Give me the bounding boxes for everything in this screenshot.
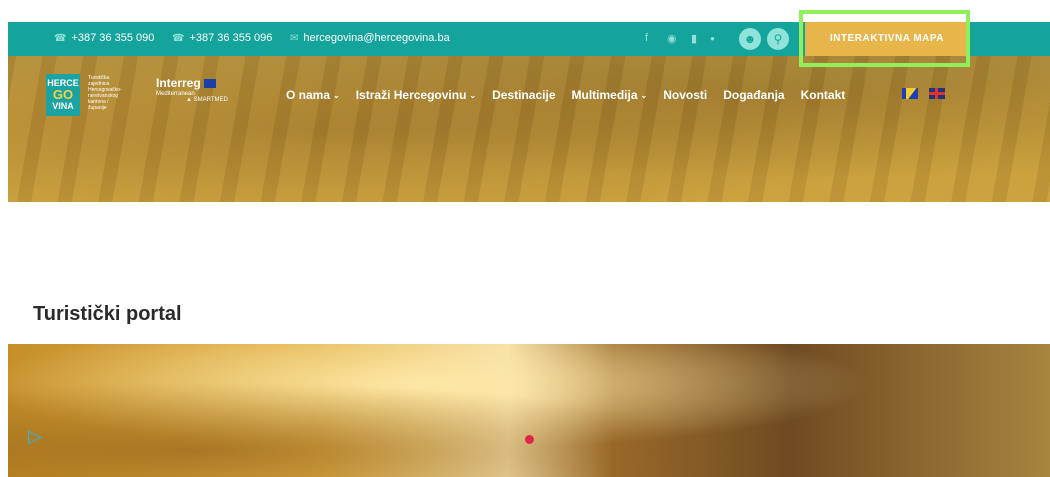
phone-number-1: +387 36 355 090 xyxy=(71,32,155,44)
search-icon: ⚲ xyxy=(773,32,783,46)
nav-item-dogadanja[interactable]: Događanja xyxy=(723,88,784,102)
youtube-icon[interactable]: ▮ xyxy=(691,32,697,45)
portal-hero-image: ▷ xyxy=(8,344,1050,477)
smartmed-label: ▲ SMARTMED xyxy=(186,97,228,103)
user-account-button[interactable]: ☻ xyxy=(739,28,761,50)
mail-icon: ✉ xyxy=(290,32,299,44)
user-icon: ☻ xyxy=(743,32,757,46)
nav-menu: O nama ⌄ Istraži Hercegovinu ⌄ Destinaci… xyxy=(286,88,845,102)
chevron-down-icon: ⌄ xyxy=(640,90,648,100)
slider-dot-icon[interactable] xyxy=(525,435,534,444)
nav-item-multimedija[interactable]: Multimedija ⌄ xyxy=(572,88,648,102)
email-contact[interactable]: ✉ hercegovina@hercegovina.ba xyxy=(290,32,450,44)
section-title: Turistički portal xyxy=(33,303,182,325)
phone-contact-2[interactable]: ☎ +387 36 355 096 xyxy=(172,32,272,44)
search-button[interactable]: ⚲ xyxy=(767,28,789,50)
facebook-icon[interactable]: f xyxy=(645,32,648,44)
logo-line-3: VINA xyxy=(52,101,74,111)
logo-subtitle: Turistička zajednica Hercegovačko-neretv… xyxy=(88,75,122,111)
nav-item-kontakt[interactable]: Kontakt xyxy=(801,88,846,102)
language-english-flag-icon[interactable] xyxy=(929,88,945,99)
phone-icon: ☎ xyxy=(54,32,67,44)
chevron-down-icon: ⌄ xyxy=(469,90,477,100)
logo-line-2: GO xyxy=(52,87,74,102)
top-margin xyxy=(0,0,1050,22)
phone-number-2: +387 36 355 096 xyxy=(189,32,273,44)
language-bosnian-flag-icon[interactable] xyxy=(902,88,918,99)
main-navigation: HERCE GO VINA Turistička zajednica Herce… xyxy=(8,56,1050,136)
eu-flag-icon xyxy=(203,78,216,88)
nav-item-destinacije[interactable]: Destinacije xyxy=(492,88,555,102)
phone-icon: ☎ xyxy=(172,32,185,44)
nav-item-o-nama[interactable]: O nama ⌄ xyxy=(286,88,340,102)
interreg-title: Interreg xyxy=(156,76,201,90)
nav-item-istrazi-hercegovinu[interactable]: Istraži Hercegovinu ⌄ xyxy=(356,88,476,102)
email-address: hercegovina@hercegovina.ba xyxy=(303,32,450,44)
play-icon[interactable]: ▷ xyxy=(28,426,42,447)
instagram-icon[interactable]: ◉ xyxy=(667,32,677,45)
chevron-down-icon: ⌄ xyxy=(333,90,340,100)
interactive-map-button[interactable]: INTERAKTIVNA MAPA xyxy=(805,22,969,56)
nav-item-novosti[interactable]: Novosti xyxy=(663,88,707,102)
hercegovina-logo[interactable]: HERCE GO VINA xyxy=(46,74,80,116)
separator-dot-icon: ● xyxy=(710,34,715,43)
phone-contact-1[interactable]: ☎ +387 36 355 090 xyxy=(54,32,154,44)
triangle-icon: ▲ xyxy=(186,97,192,103)
interreg-logo[interactable]: Interreg Mediterranean ▲ SMARTMED xyxy=(156,76,228,103)
